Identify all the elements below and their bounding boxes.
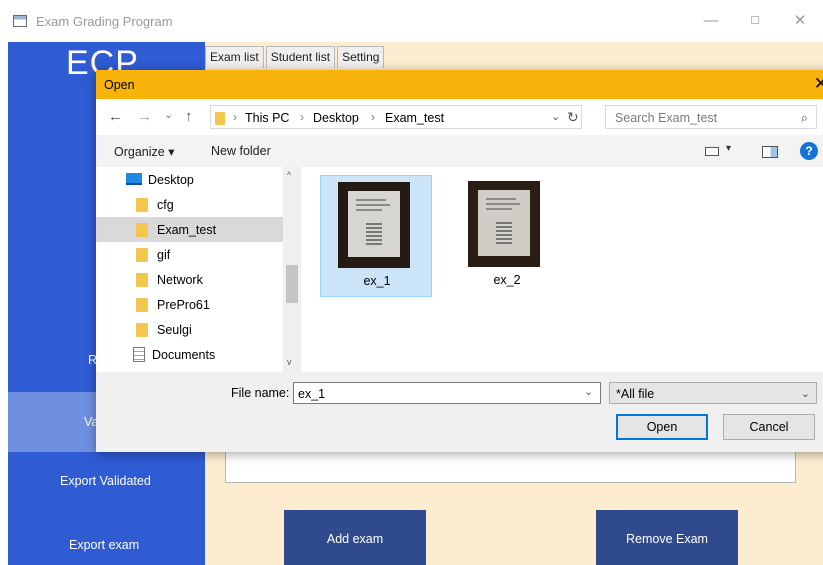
tree-item-label: gif [157, 248, 171, 262]
tree-item-prepro61[interactable]: PrePro61 [96, 292, 283, 317]
close-window-button[interactable]: ✕ [785, 8, 815, 34]
search-input[interactable]: Search Exam_test [615, 111, 717, 125]
breadcrumb-separator: › [233, 110, 237, 124]
file-item-ex-1[interactable]: ex_1 [320, 175, 432, 297]
tree-item-label: cfg [157, 198, 174, 212]
dialog-close-button[interactable]: ✕ [814, 74, 823, 94]
tree-item-seulgi[interactable]: Seulgi [96, 317, 283, 342]
tree-item-gif[interactable]: gif [96, 242, 283, 267]
exam-list-box[interactable] [225, 448, 796, 483]
preview-pane-icon[interactable] [762, 146, 778, 158]
folder-icon [136, 298, 148, 312]
breadcrumb-exam-test[interactable]: Exam_test [385, 111, 444, 125]
new-folder-button[interactable]: New folder [211, 144, 271, 158]
add-exam-button[interactable]: Add exam [284, 510, 426, 565]
breadcrumb-separator: › [300, 110, 304, 124]
recent-locations-icon[interactable]: ⌄ [164, 106, 173, 124]
chevron-down-icon: ⌄ [800, 388, 810, 400]
breadcrumb-this-pc[interactable]: This PC [245, 111, 289, 125]
chevron-down-icon[interactable]: ⌄ [551, 110, 560, 123]
file-name-input[interactable]: ex_1 [293, 382, 601, 404]
scroll-down-icon[interactable]: v [287, 357, 292, 367]
tree-item-exam-test[interactable]: Exam_test [96, 217, 283, 242]
cancel-button[interactable]: Cancel [723, 414, 815, 440]
tree-item-label: Documents [152, 348, 216, 362]
scrollbar-thumb[interactable] [286, 265, 298, 303]
file-name-field-label: File name: [231, 386, 290, 400]
dialog-title: Open [104, 78, 135, 92]
dialog-toolbar: Organize ▾ New folder ▾ ? [96, 135, 823, 167]
tree-item-label: PrePro61 [157, 298, 210, 312]
file-type-value: *All file [616, 387, 655, 401]
back-arrow-icon[interactable]: ← [108, 108, 123, 126]
address-bar[interactable]: › This PC › Desktop › Exam_test ⌄ ↻ [210, 105, 582, 129]
tab-bar: Exam list Student list Setting [205, 46, 385, 68]
view-caret-icon[interactable]: ▾ [726, 143, 731, 154]
file-type-select[interactable]: *All file ⌄ [609, 382, 817, 404]
maximize-button[interactable]: ☐ [740, 8, 770, 34]
tab-student-list[interactable]: Student list [265, 46, 336, 68]
navigation-bar: ← → ⌄ ↑ › This PC › Desktop › Exam_test … [96, 99, 823, 135]
open-file-dialog: Open ✕ ← → ⌄ ↑ › This PC › Desktop › Exa… [96, 70, 823, 452]
breadcrumb-desktop[interactable]: Desktop [313, 111, 359, 125]
tree-item-label: Desktop [148, 173, 194, 187]
file-list: ex_1 ex_2 [301, 167, 823, 372]
view-options-icon[interactable] [705, 147, 719, 156]
desktop-icon [126, 173, 142, 185]
file-name-value: ex_1 [298, 387, 326, 401]
folder-icon [136, 248, 148, 262]
tree-scrollbar[interactable]: ^ v [283, 167, 301, 372]
file-name-label: ex_1 [363, 274, 391, 288]
tree-item-cfg[interactable]: cfg [96, 192, 283, 217]
sidebar-item-export-validated[interactable]: Export Validated [8, 460, 205, 500]
file-thumbnail [338, 182, 410, 268]
tab-exam-list[interactable]: Exam list [205, 46, 264, 68]
app-window-icon [13, 15, 27, 27]
breadcrumb-separator: › [371, 110, 375, 124]
title-bar: Exam Grading Program — ☐ ✕ [0, 0, 823, 42]
search-icon[interactable]: ⌕ [801, 110, 808, 126]
file-name-dropdown-icon[interactable]: ⌄ [584, 385, 593, 398]
dialog-footer: File name: ex_1 ⌄ *All file ⌄ Open Cance… [96, 372, 823, 452]
minimize-button[interactable]: — [696, 8, 726, 34]
tree-item-label: Network [157, 273, 203, 287]
tree-item-label: Exam_test [157, 223, 217, 237]
file-name-label: ex_2 [493, 273, 521, 287]
window-title: Exam Grading Program [36, 14, 173, 29]
help-icon[interactable]: ? [800, 142, 818, 160]
sidebar-item-export-exam[interactable]: Export exam [8, 524, 205, 564]
search-box[interactable]: Search Exam_test ⌕ [605, 105, 817, 129]
folder-icon [136, 323, 148, 337]
file-thumbnail [468, 181, 540, 267]
sidebar-item-label: Export exam [69, 538, 140, 552]
forward-arrow-icon[interactable]: → [137, 108, 152, 126]
file-item-ex-2[interactable]: ex_2 [451, 175, 563, 297]
scroll-up-icon[interactable]: ^ [287, 170, 291, 180]
navigation-tree: Desktop cfg Exam_test gif Network PrePro… [96, 167, 301, 372]
folder-icon [215, 112, 225, 125]
dialog-title-bar: Open ✕ [96, 70, 823, 99]
remove-exam-button[interactable]: Remove Exam [596, 510, 738, 565]
up-arrow-icon[interactable]: ↑ [185, 108, 193, 126]
document-icon [133, 347, 145, 362]
sidebar-item-label: Export Validated [60, 474, 151, 488]
organize-menu[interactable]: Organize ▾ [114, 144, 174, 159]
open-button[interactable]: Open [616, 414, 708, 440]
tab-setting[interactable]: Setting [337, 46, 385, 68]
refresh-icon[interactable]: ↻ [567, 109, 579, 126]
folder-icon [136, 198, 148, 212]
tree-item-documents[interactable]: Documents [96, 342, 283, 367]
tree-item-network[interactable]: Network [96, 267, 283, 292]
tree-item-desktop[interactable]: Desktop [96, 167, 283, 192]
folder-icon [136, 223, 148, 237]
tree-item-label: Seulgi [157, 323, 192, 337]
folder-icon [136, 273, 148, 287]
